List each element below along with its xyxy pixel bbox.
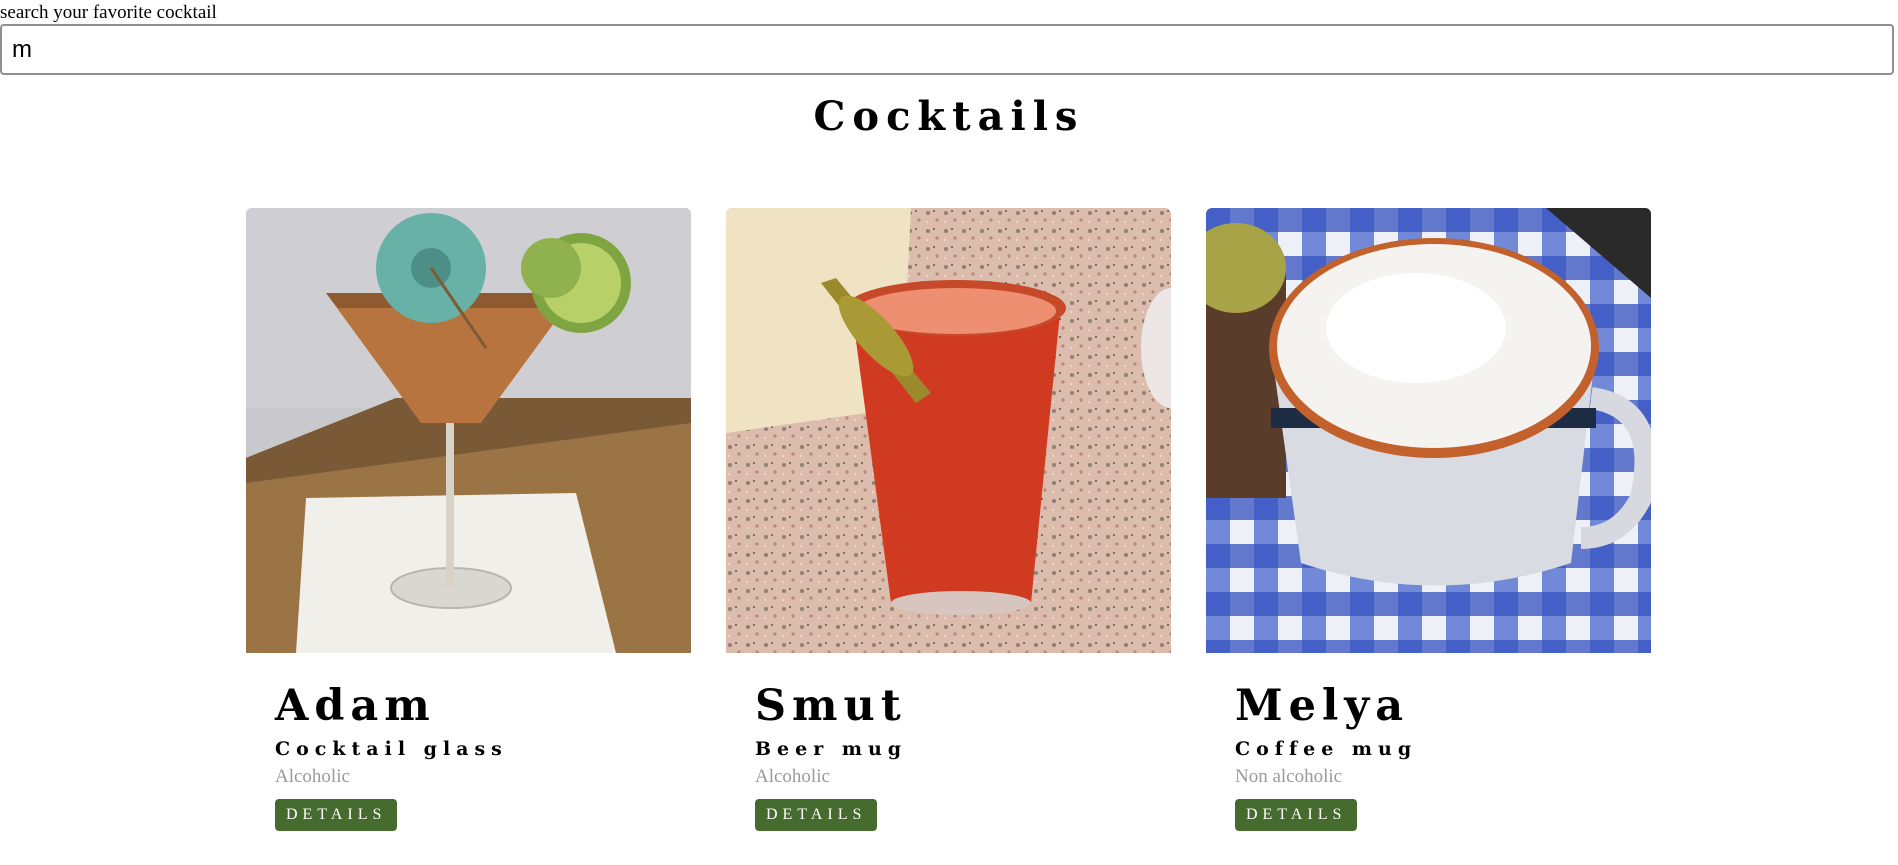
cocktail-glass: Beer mug [755, 738, 908, 760]
cocktail-card: Smut Beer mug Alcoholic DETAILS [726, 208, 1171, 831]
search-label: search your favorite cocktail [0, 2, 217, 23]
cocktail-type: Alcoholic [275, 766, 350, 787]
cocktail-name: Smut [755, 681, 907, 731]
cocktail-image[interactable] [726, 208, 1171, 653]
cocktail-name: Melya [1235, 681, 1410, 731]
cocktail-card: Adam Cocktail glass Alcoholic DETAILS [246, 208, 691, 831]
cocktail-glass: Coffee mug [1235, 738, 1418, 760]
details-button[interactable]: DETAILS [275, 799, 398, 831]
cocktail-type: Non alcoholic [1235, 766, 1343, 787]
cocktail-glass: Cocktail glass [275, 738, 508, 760]
page-title: Cocktails [813, 93, 1085, 140]
cocktail-type: Alcoholic [755, 766, 830, 787]
details-button[interactable]: DETAILS [755, 799, 878, 831]
cocktail-card: Melya Coffee mug Non alcoholic DETAILS [1206, 208, 1651, 831]
cocktail-image[interactable] [1206, 208, 1651, 653]
details-button[interactable]: DETAILS [1235, 799, 1358, 831]
cocktail-name: Adam [275, 681, 436, 731]
cocktail-list: Adam Cocktail glass Alcoholic DETAILS Sm… [246, 208, 1651, 831]
cocktail-image[interactable] [246, 208, 691, 653]
search-input[interactable] [0, 24, 1894, 75]
